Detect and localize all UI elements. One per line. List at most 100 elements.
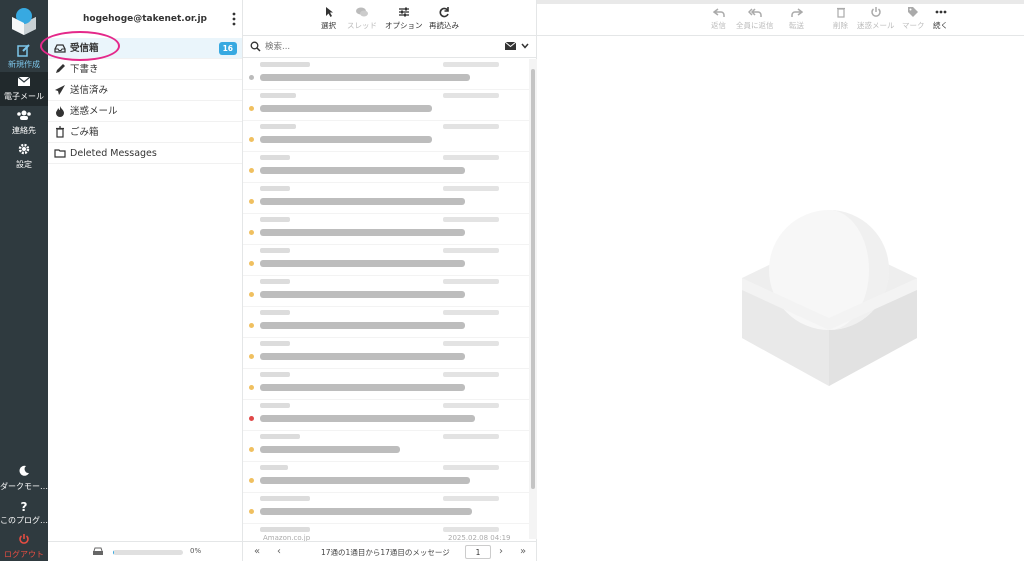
delete-button[interactable]: 削除 [833, 6, 848, 31]
reply-all-icon [736, 6, 774, 20]
mark-junk-label: 迷惑メール [857, 21, 895, 30]
date-blurred [443, 279, 499, 284]
reply-icon [711, 6, 726, 20]
mark-junk-button[interactable]: 迷惑メール [857, 6, 895, 31]
list-item[interactable] [243, 338, 529, 369]
select-button[interactable]: 選択 [321, 6, 336, 31]
folder-deleted-label: Deleted Messages [70, 148, 157, 159]
options-label: オプション [385, 21, 423, 30]
list-item[interactable] [243, 462, 529, 493]
sender-blurred [260, 465, 288, 470]
subject-blurred [260, 167, 465, 174]
subject-blurred [260, 446, 400, 453]
folder-junk-label: 迷惑メール [70, 106, 118, 117]
next-page-icon[interactable]: › [495, 546, 507, 558]
date-blurred [443, 465, 499, 470]
reply-button[interactable]: 返信 [711, 6, 726, 31]
message-list-panel: 選択 スレッド オプション 再読込み 検索... Amazon.co.jp 20… [243, 0, 537, 561]
subject-blurred [260, 260, 465, 267]
folder-icon [54, 149, 66, 158]
sender-blurred [260, 341, 290, 346]
list-item[interactable] [243, 276, 529, 307]
sender-blurred [260, 186, 290, 191]
reply-all-button[interactable]: 全員に返信 [736, 6, 774, 31]
dark-mode-toggle[interactable]: ダークモー… [0, 462, 48, 496]
list-item[interactable] [243, 214, 529, 245]
forward-icon [789, 6, 804, 20]
list-item[interactable] [243, 369, 529, 400]
cursor-icon [321, 6, 336, 20]
subject-blurred [260, 353, 465, 360]
unread-count-badge: 16 [218, 42, 237, 55]
about-button[interactable]: ? このプログ… [0, 496, 48, 530]
refresh-button[interactable]: 再読込み [429, 6, 459, 31]
status-dot [249, 354, 254, 359]
more-button[interactable]: 続く [933, 6, 948, 31]
nav-settings[interactable]: 設定 [0, 140, 48, 174]
sender-blurred [260, 124, 296, 129]
page-number-input[interactable]: 1 [465, 545, 491, 559]
scroll-thumb[interactable] [531, 69, 535, 489]
list-item[interactable] [243, 59, 529, 90]
message-list [243, 59, 529, 539]
date-blurred [443, 93, 499, 98]
kebab-menu-icon[interactable] [232, 12, 236, 26]
list-item[interactable] [243, 493, 529, 524]
list-item[interactable] [243, 183, 529, 214]
trash-icon [833, 6, 848, 20]
date-blurred [443, 248, 499, 253]
nav-mail[interactable]: 電子メール [0, 72, 48, 106]
folder-drafts-label: 下書き [70, 64, 99, 75]
chevron-down-icon[interactable] [521, 43, 529, 49]
list-scrollbar[interactable] [529, 59, 537, 539]
list-item[interactable] [243, 152, 529, 183]
preview-panel: 返信 全員に返信 転送 削除 迷惑メール マーク 続く [537, 0, 1024, 561]
forward-button[interactable]: 転送 [789, 6, 804, 31]
first-page-icon[interactable]: « [251, 546, 263, 558]
pagination-bar: « ‹ 17通の1通目から17通目のメッセージ 1 › » [243, 541, 537, 561]
sender-blurred [260, 155, 290, 160]
logout-button[interactable]: ログアウト [0, 530, 48, 561]
roundcube-logo-icon[interactable] [9, 5, 39, 35]
refresh-icon [429, 6, 459, 20]
task-menu: 新規作成 電子メール 連絡先 設定 ダークモー… ? このプログ… ログアウト [0, 0, 48, 561]
sender-blurred [260, 93, 296, 98]
status-dot [249, 137, 254, 142]
last-page-icon[interactable]: » [517, 546, 529, 558]
nav-contacts[interactable]: 連絡先 [0, 106, 48, 140]
list-item[interactable] [243, 90, 529, 121]
list-item[interactable] [243, 245, 529, 276]
list-item[interactable] [243, 400, 529, 431]
options-button[interactable]: オプション [385, 6, 423, 31]
sender-blurred [260, 248, 290, 253]
subject-blurred [260, 291, 465, 298]
list-item[interactable] [243, 307, 529, 338]
contacts-icon [0, 109, 48, 125]
folder-trash[interactable]: ごみ箱 [48, 122, 242, 143]
delete-label: 削除 [833, 21, 848, 30]
folder-drafts[interactable]: 下書き [48, 59, 242, 80]
compose-label: 新規作成 [8, 60, 40, 69]
sender-blurred [260, 310, 290, 315]
subject-blurred [260, 384, 465, 391]
mark-button[interactable]: マーク [902, 6, 925, 31]
search-input[interactable] [265, 39, 495, 55]
thread-button[interactable]: スレッド [347, 6, 377, 31]
list-item[interactable] [243, 121, 529, 152]
folder-deleted-messages[interactable]: Deleted Messages [48, 143, 242, 164]
folder-sent[interactable]: 送信済み [48, 80, 242, 101]
search-bar [243, 36, 536, 58]
comments-icon [347, 6, 377, 20]
ellipsis-icon [933, 6, 948, 20]
list-item[interactable] [243, 431, 529, 462]
tag-icon [902, 6, 925, 20]
settings-label: 設定 [16, 160, 32, 169]
subject-blurred [260, 322, 465, 329]
prev-page-icon[interactable]: ‹ [273, 546, 285, 558]
subject-blurred [260, 198, 465, 205]
envelope-filter-icon[interactable] [505, 42, 516, 50]
sender-blurred [260, 372, 290, 377]
sender-blurred [260, 496, 310, 501]
reply-label: 返信 [711, 21, 726, 30]
folder-junk[interactable]: 迷惑メール [48, 101, 242, 122]
